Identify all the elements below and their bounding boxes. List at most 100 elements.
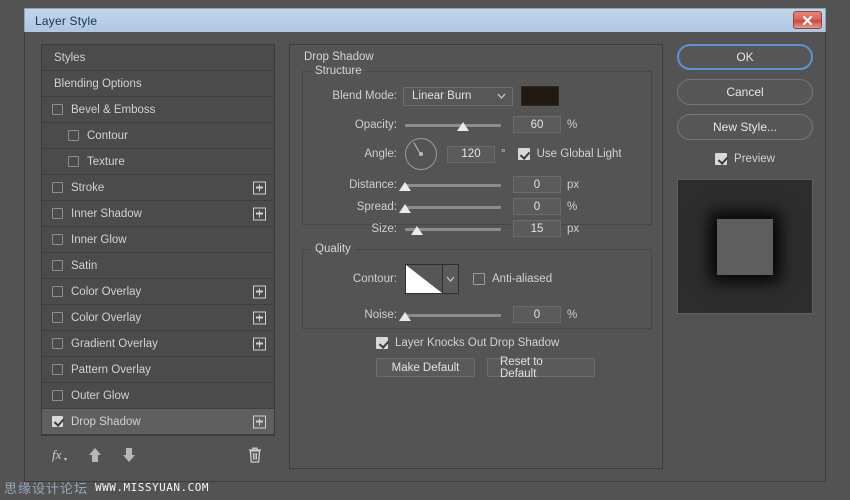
ok-button[interactable]: OK [677, 44, 813, 70]
size-slider[interactable] [405, 222, 501, 236]
size-slider-thumb[interactable] [410, 225, 423, 235]
use-global-light-checkbox[interactable] [517, 148, 530, 160]
style-enable-checkbox[interactable] [52, 208, 63, 219]
close-icon [802, 15, 813, 25]
blend-mode-select[interactable]: Linear Burn [403, 86, 513, 106]
noise-slider-thumb[interactable] [399, 311, 411, 321]
shadow-color-swatch[interactable] [521, 86, 559, 106]
opacity-label: Opacity: [354, 118, 397, 131]
contour-dropdown-button[interactable] [443, 264, 459, 294]
size-row: Size: 15 px [303, 220, 653, 237]
arrow-up-icon[interactable] [87, 446, 103, 464]
style-enable-checkbox[interactable] [52, 338, 63, 349]
add-effect-button[interactable] [253, 207, 266, 220]
sidebar-item-inner-shadow[interactable]: Inner Shadow [42, 201, 274, 227]
knockout-row: Layer Knocks Out Drop Shadow [376, 337, 559, 349]
noise-input[interactable]: 0 [513, 306, 561, 323]
add-effect-button[interactable] [253, 337, 266, 350]
sidebar-item-drop-shadow[interactable]: Drop Shadow [42, 409, 274, 435]
contour-label: Contour: [352, 273, 397, 285]
chevron-down-icon [446, 276, 455, 282]
use-global-light-label: Use Global Light [536, 148, 622, 160]
structure-fieldset: Structure Blend Mode: Linear Burn Opacit… [302, 65, 653, 237]
add-effect-button[interactable] [253, 181, 266, 194]
preview-label: Preview [734, 153, 775, 165]
style-enable-checkbox[interactable] [52, 416, 63, 427]
spread-row: Spread: 0 % [303, 198, 653, 215]
contour-swatch[interactable] [405, 264, 443, 294]
spread-label: Spread: [356, 200, 397, 213]
style-enable-checkbox[interactable] [52, 312, 63, 323]
preview-checkbox[interactable] [715, 153, 728, 165]
spread-unit: % [567, 200, 578, 213]
distance-slider-track [405, 183, 501, 187]
distance-input[interactable]: 0 [513, 176, 561, 193]
size-unit: px [567, 222, 580, 235]
sidebar-item-blending-options[interactable]: Blending Options [42, 71, 274, 97]
distance-slider-thumb[interactable] [399, 181, 411, 191]
close-button[interactable] [793, 11, 822, 29]
sidebar-item-bevel-emboss[interactable]: Bevel & Emboss [42, 97, 274, 123]
preview-thumbnail [677, 179, 813, 314]
contour-picker[interactable] [405, 264, 459, 294]
arrow-down-icon[interactable] [121, 446, 137, 464]
sidebar-item-inner-glow[interactable]: Inner Glow [42, 227, 274, 253]
make-default-button[interactable]: Make Default [376, 358, 475, 377]
add-effect-button[interactable] [253, 311, 266, 324]
sidebar-item-label: Drop Shadow [71, 415, 141, 428]
style-enable-checkbox[interactable] [68, 130, 79, 141]
trash-icon[interactable] [247, 446, 263, 464]
sidebar-item-gradient-overlay[interactable]: Gradient Overlay [42, 331, 274, 357]
sidebar-item-contour[interactable]: Contour [42, 123, 274, 149]
style-enable-checkbox[interactable] [52, 390, 63, 401]
style-enable-checkbox[interactable] [52, 104, 63, 115]
style-enable-checkbox[interactable] [68, 156, 79, 167]
sidebar-item-styles[interactable]: Styles [42, 45, 274, 71]
distance-slider[interactable] [399, 178, 501, 192]
sidebar-item-color-overlay[interactable]: Color Overlay [42, 305, 274, 331]
layer-knocks-out-checkbox[interactable] [376, 337, 388, 349]
quality-legend: Quality [311, 243, 355, 255]
style-enable-checkbox[interactable] [52, 286, 63, 297]
style-enable-checkbox[interactable] [52, 364, 63, 375]
sidebar-item-color-overlay[interactable]: Color Overlay [42, 279, 274, 305]
sidebar-item-pattern-overlay[interactable]: Pattern Overlay [42, 357, 274, 383]
spread-slider-thumb[interactable] [399, 203, 411, 213]
noise-label: Noise: [364, 308, 397, 321]
sidebar-item-label: Inner Shadow [71, 207, 142, 220]
sidebar-item-satin[interactable]: Satin [42, 253, 274, 279]
fx-icon[interactable]: fx [51, 446, 69, 464]
angle-input[interactable]: 120 [447, 145, 495, 163]
size-input[interactable]: 15 [513, 220, 561, 237]
sidebar-item-texture[interactable]: Texture [42, 149, 274, 175]
style-enable-checkbox[interactable] [52, 234, 63, 245]
svg-text:fx: fx [52, 447, 62, 462]
new-style-button[interactable]: New Style... [677, 114, 813, 140]
styles-sidebar: Styles Blending Options Bevel & Emboss Cont… [41, 44, 275, 469]
contour-curve-graphic [406, 265, 442, 293]
preview-square-shape [717, 218, 773, 275]
spread-slider[interactable] [399, 200, 501, 214]
contour-row: Contour: Anti-aliased [303, 264, 653, 294]
style-enable-checkbox[interactable] [52, 182, 63, 193]
add-effect-button[interactable] [253, 285, 266, 298]
sidebar-item-stroke[interactable]: Stroke [42, 175, 274, 201]
reset-to-default-button[interactable]: Reset to Default [487, 356, 595, 380]
anti-aliased-checkbox[interactable] [473, 273, 485, 285]
styles-list[interactable]: Styles Blending Options Bevel & Emboss Cont… [41, 44, 275, 436]
opacity-slider[interactable] [405, 118, 501, 132]
cancel-button[interactable]: Cancel [677, 79, 813, 105]
preview-row: Preview [677, 149, 813, 169]
spread-input[interactable]: 0 [513, 198, 561, 215]
watermark-en-text: WWW.MISSYUAN.COM [95, 481, 209, 494]
angle-dial[interactable] [405, 138, 437, 170]
opacity-slider-thumb[interactable] [456, 121, 469, 131]
noise-slider[interactable] [399, 308, 501, 322]
blend-mode-value: Linear Burn [412, 90, 472, 102]
sidebar-item-outer-glow[interactable]: Outer Glow [42, 383, 274, 409]
style-enable-checkbox[interactable] [52, 260, 63, 271]
angle-label: Angle: [364, 148, 397, 160]
opacity-input[interactable]: 60 [513, 116, 561, 133]
drop-shadow-panel: Drop Shadow Structure Blend Mode: Linear… [289, 44, 663, 469]
add-effect-button[interactable] [253, 415, 266, 428]
